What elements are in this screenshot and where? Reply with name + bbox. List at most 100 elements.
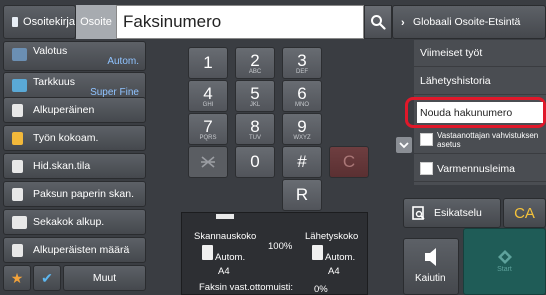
memory-value: 0% xyxy=(314,284,328,295)
send-size-label: Lähetyskoko xyxy=(305,231,359,242)
verification-stamp-item[interactable]: Varmennusleima xyxy=(414,156,546,182)
send-history-item[interactable]: Lähetyshistoria xyxy=(414,68,546,95)
muut-button[interactable]: Muut xyxy=(63,265,146,291)
scan-size-label: Skannauskoko xyxy=(194,231,257,242)
chevron-down-icon xyxy=(399,141,409,148)
preview-button[interactable]: Esikatselu xyxy=(403,198,501,228)
polling-number-item[interactable]: Nouda hakunumero xyxy=(417,102,543,123)
alkuperainen-label: Alkuperäinen xyxy=(33,104,95,116)
scan-paper-size: A4 xyxy=(218,266,230,277)
key-4-letters: GHI xyxy=(202,102,214,108)
send-size-value: Autom. xyxy=(325,252,356,263)
start-icon xyxy=(497,250,512,264)
paksun-paperin-button[interactable]: Paksun paperin skan. xyxy=(3,181,146,207)
recipient-confirmation-checkbox[interactable] xyxy=(420,133,433,146)
key-clear-label: C xyxy=(342,152,356,171)
preview-icon xyxy=(412,206,425,220)
key-redial[interactable]: R xyxy=(282,179,322,211)
keypad: 1 2 ABC 3 DEF 4 GHI 5 JKL 6 MNO 7 PQRS 8 TUV 9W… xyxy=(182,43,369,213)
send-paper-size: A4 xyxy=(328,266,340,277)
sekakok-label: Sekakok alkup. xyxy=(33,216,105,228)
preview-label: Esikatselu xyxy=(434,207,482,219)
verification-stamp-checkbox[interactable] xyxy=(420,162,433,175)
speaker-icon xyxy=(425,248,436,266)
global-address-search-button[interactable]: › Globaali Osoite-Etsintä xyxy=(392,5,546,39)
scan-info-panel: Skannauskoko Autom. A4 100% Lähetyskoko … xyxy=(181,212,368,295)
key-0[interactable]: 0 xyxy=(235,146,275,178)
key-4[interactable]: 4 GHI xyxy=(188,80,228,112)
key-5[interactable]: 5 JKL xyxy=(235,80,275,112)
key-pause[interactable] xyxy=(188,146,228,178)
key-7[interactable]: 7 PQRS xyxy=(188,113,228,145)
memory-label: Faksin vast.ottomuisti: xyxy=(199,282,293,293)
key-redial-label: R xyxy=(295,185,309,204)
original-count-icon xyxy=(12,244,23,257)
valotus-value: Autom. xyxy=(107,56,139,67)
scroll-down-button[interactable] xyxy=(396,137,412,153)
key-3-digit: 3 xyxy=(297,51,307,70)
key-6-letters: MNO xyxy=(295,102,309,108)
scan-paper-icon xyxy=(202,245,213,260)
address-book-label: Osoitekirja xyxy=(23,16,75,28)
paksun-paperin-label: Paksun paperin skan. xyxy=(33,188,134,200)
search-button[interactable] xyxy=(364,5,392,39)
valotus-button[interactable]: Valotus Autom. xyxy=(3,41,146,71)
scan-size-value: Autom. xyxy=(215,252,246,263)
tyon-kokoam-button[interactable]: Työn kokoam. xyxy=(3,125,146,151)
key-1[interactable]: 1 xyxy=(188,47,228,79)
key-8-digit: 8 xyxy=(250,117,260,136)
sekakok-button[interactable]: Sekakok alkup. xyxy=(3,209,146,235)
key-5-digit: 5 xyxy=(250,84,260,103)
key-3[interactable]: 3 DEF xyxy=(282,47,322,79)
key-2[interactable]: 2 ABC xyxy=(235,47,275,79)
clear-all-button[interactable]: CA xyxy=(503,198,546,228)
thick-paper-icon xyxy=(12,188,23,201)
recent-jobs-label: Viimeiset työt xyxy=(420,47,483,59)
exposure-icon xyxy=(12,48,27,61)
key-1-digit: 1 xyxy=(203,53,213,72)
key-9-letters: WXYZ xyxy=(293,135,311,141)
key-6[interactable]: 6 MNO xyxy=(282,80,322,112)
key-3-letters: DEF xyxy=(296,69,308,75)
alkuperaisten-maara-button[interactable]: Alkuperäisten määrä xyxy=(3,237,146,263)
checkmark-icon: ✔ xyxy=(41,269,53,286)
key-clear[interactable]: C xyxy=(329,146,369,178)
job-build-icon xyxy=(12,132,23,145)
speaker-label: Kaiutin xyxy=(415,273,446,284)
resolution-icon xyxy=(12,79,27,92)
ratio-value: 100% xyxy=(268,241,293,252)
confirm-button[interactable]: ✔ xyxy=(33,265,61,291)
valotus-label: Valotus xyxy=(33,45,68,57)
favorite-button[interactable]: ★ xyxy=(3,265,31,291)
key-4-digit: 4 xyxy=(203,84,213,103)
key-2-letters: ABC xyxy=(248,69,262,75)
address-book-icon xyxy=(12,17,19,27)
verification-stamp-label: Varmennusleima xyxy=(437,162,516,175)
original-icon xyxy=(12,104,23,117)
recipient-confirmation-item[interactable]: Vastaanottajan vahvistuksen asetus xyxy=(414,126,546,154)
alkuperainen-button[interactable]: Alkuperäinen xyxy=(3,97,146,123)
hid-skan-tila-button[interactable]: Hid.skan.tila xyxy=(3,153,146,179)
key-2-digit: 2 xyxy=(250,51,260,70)
key-8[interactable]: 8 TUV xyxy=(235,113,275,145)
send-history-label: Lähetyshistoria xyxy=(420,75,491,87)
start-label: Start xyxy=(497,266,512,273)
pause-dial-icon xyxy=(201,156,215,168)
address-book-button[interactable]: Osoitekirja xyxy=(3,5,76,39)
global-address-search-label: Globaali Osoite-Etsintä xyxy=(413,16,521,28)
key-hash[interactable]: # xyxy=(282,146,322,178)
tarkkuus-label: Tarkkuus xyxy=(33,76,76,88)
muut-label: Muut xyxy=(92,272,117,284)
key-9-digit: 9 xyxy=(297,117,307,136)
key-9[interactable]: 9 WXYZ xyxy=(282,113,322,145)
address-tab[interactable]: Osoite xyxy=(76,5,116,39)
key-6-digit: 6 xyxy=(297,84,307,103)
start-button[interactable]: Start xyxy=(463,228,546,295)
key-hash-symbol: # xyxy=(297,152,307,171)
speaker-button[interactable]: Kaiutin xyxy=(403,238,459,295)
recent-jobs-item[interactable]: Viimeiset työt xyxy=(414,40,546,67)
tyon-kokoam-label: Työn kokoam. xyxy=(33,132,99,144)
fax-number-field[interactable]: Faksinumero xyxy=(116,5,364,39)
key-7-letters: PQRS xyxy=(199,135,217,141)
slow-scan-icon xyxy=(12,160,23,173)
